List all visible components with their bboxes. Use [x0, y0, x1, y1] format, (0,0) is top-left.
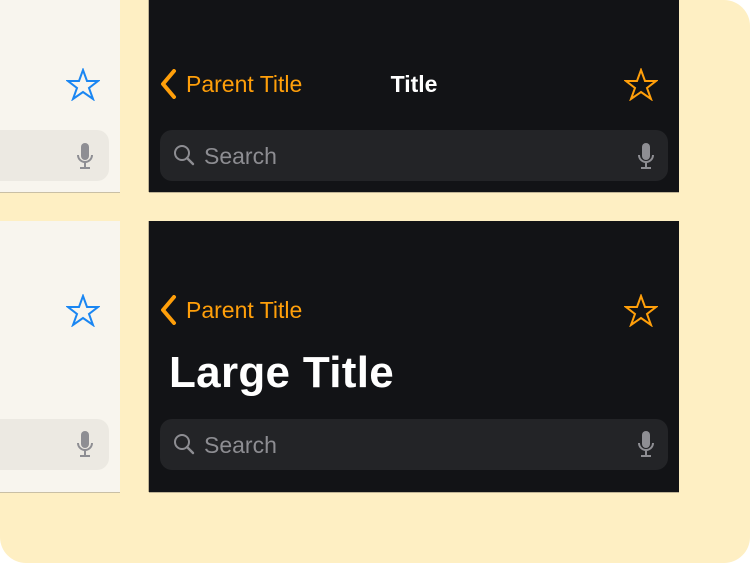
canvas: Parent Title Title Search Parent Title L…	[0, 0, 750, 563]
star-icon[interactable]	[624, 294, 658, 327]
search-field[interactable]: Search	[160, 130, 668, 181]
star-icon[interactable]	[624, 68, 658, 101]
microphone-icon[interactable]	[76, 143, 94, 170]
dark-nav-bar-standard: Parent Title Title Search	[149, 0, 679, 192]
nav-title: Title	[390, 71, 438, 97]
back-button-label: Parent Title	[186, 297, 303, 323]
search-field[interactable]	[0, 419, 109, 470]
back-button[interactable]: Parent Title	[159, 295, 302, 325]
microphone-icon[interactable]	[76, 431, 94, 458]
search-placeholder: Search	[204, 143, 277, 169]
magnifying-glass-icon	[173, 433, 195, 455]
microphone-icon[interactable]	[637, 143, 655, 170]
star-icon[interactable]	[66, 294, 100, 327]
large-title: Large Title	[169, 348, 394, 397]
light-nav-bar-standard	[0, 0, 120, 192]
chevron-left-icon	[159, 295, 177, 325]
microphone-icon[interactable]	[637, 431, 655, 458]
star-icon[interactable]	[66, 68, 100, 101]
search-placeholder: Search	[204, 432, 277, 458]
magnifying-glass-icon	[173, 144, 195, 166]
light-nav-bar-large	[0, 221, 120, 492]
search-field[interactable]	[0, 130, 109, 181]
dark-nav-bar-large: Parent Title Large Title Search	[149, 221, 679, 492]
search-field[interactable]: Search	[160, 419, 668, 470]
